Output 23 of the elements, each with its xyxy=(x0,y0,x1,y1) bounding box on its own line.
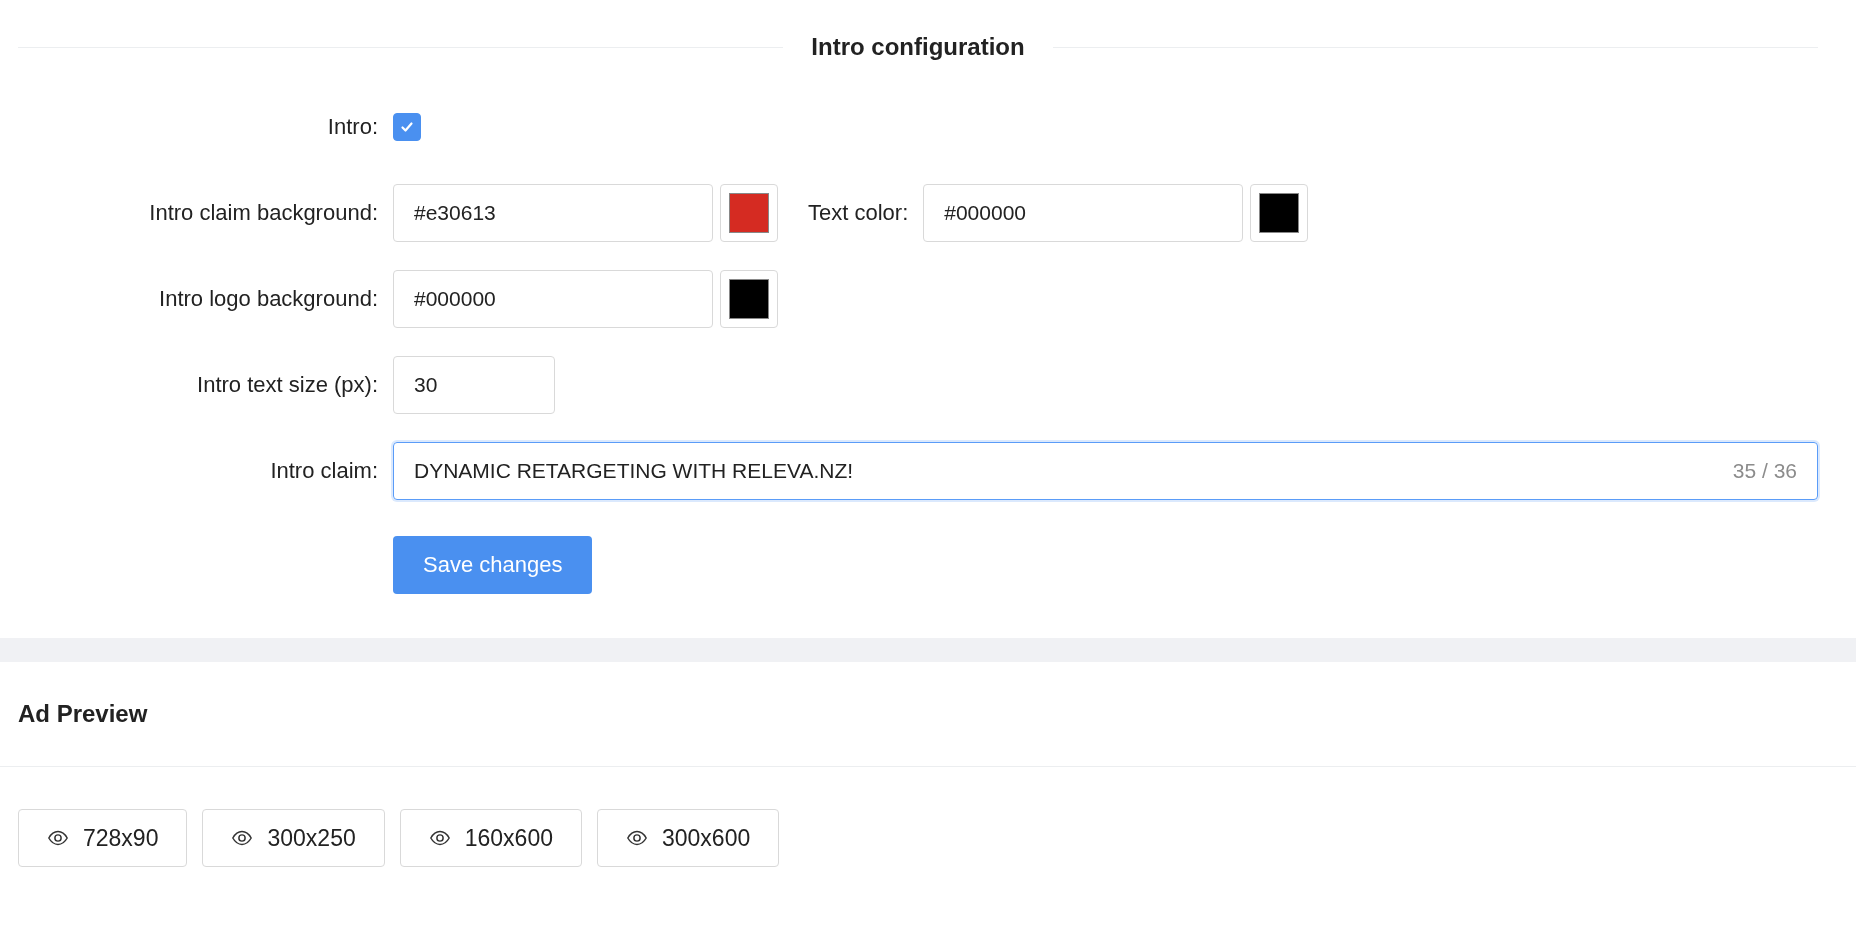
check-icon xyxy=(399,119,415,135)
preview-size-button[interactable]: 300x250 xyxy=(202,809,385,867)
field-label: Intro claim: xyxy=(269,458,378,484)
preview-size-button[interactable]: 728x90 xyxy=(18,809,188,867)
field-label: Intro logo background: xyxy=(158,286,378,312)
color-picker-button[interactable] xyxy=(1250,184,1309,242)
color-input-field[interactable]: #000000 xyxy=(393,270,713,328)
field-label: Intro: xyxy=(326,114,378,140)
intro-checkbox[interactable] xyxy=(393,113,421,141)
field-label: Intro claim background: xyxy=(148,200,378,226)
color-picker-button[interactable] xyxy=(720,270,778,328)
field-label: Text color: xyxy=(808,200,909,226)
preview-size-button[interactable]: 160x600 xyxy=(399,809,582,867)
number-input-field[interactable]: 30 xyxy=(393,356,555,414)
color-input-field[interactable]: #e30613 xyxy=(393,184,713,242)
section-title: Intro configuration xyxy=(811,33,1025,61)
character-counter: 35 / 36 xyxy=(1732,459,1797,483)
section-title: Ad Preview xyxy=(18,700,148,728)
preview-size-button[interactable]: 300x600 xyxy=(596,809,780,867)
color-picker-button[interactable] xyxy=(720,184,778,242)
field-label: Intro text size (px): xyxy=(196,372,378,398)
text-input-field[interactable]: DYNAMIC RETARGETING WITH RELEVA.NZ! 35 / 36 xyxy=(393,442,1818,500)
color-input-field[interactable]: #000000 xyxy=(923,184,1244,242)
